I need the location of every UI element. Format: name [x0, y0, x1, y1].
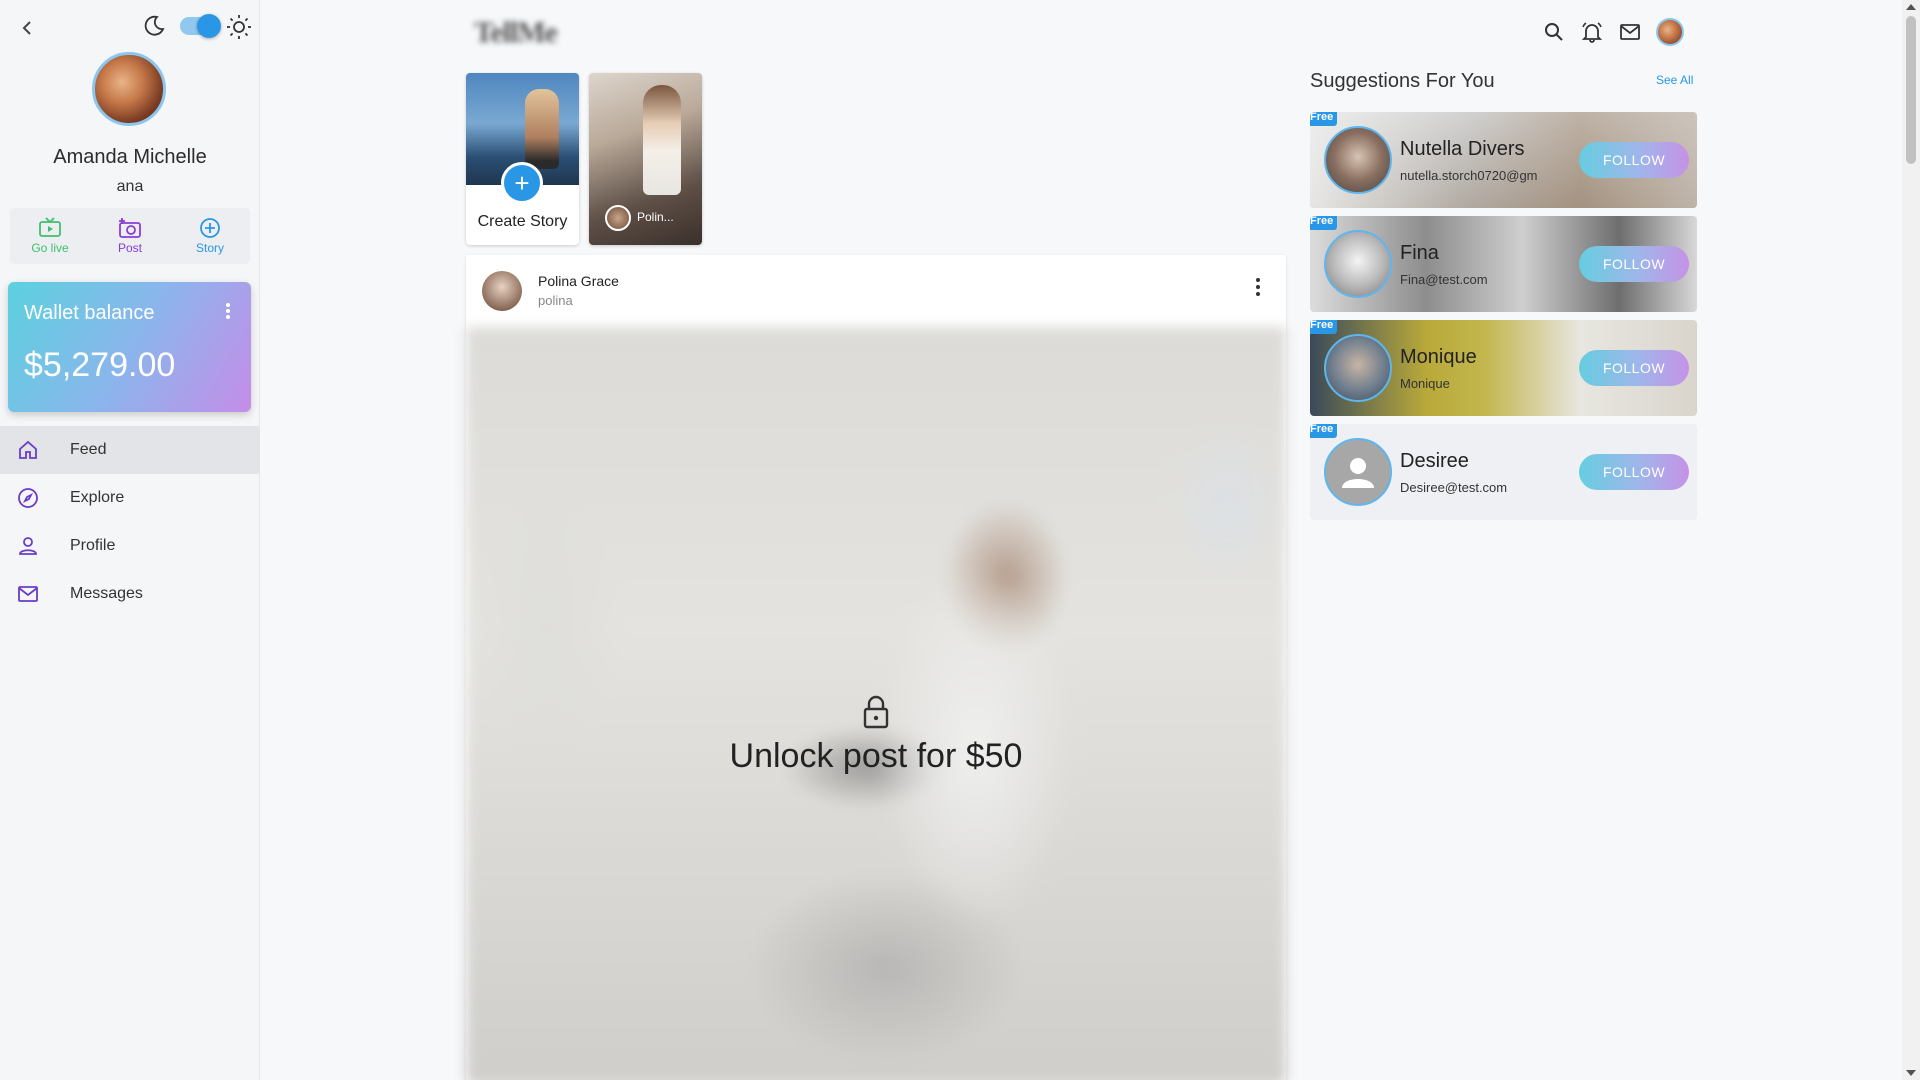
avatar[interactable]	[482, 271, 522, 311]
suggestion-name: Desiree	[1400, 450, 1469, 472]
sidebar-top-bar	[18, 14, 251, 42]
header-actions	[1540, 18, 1684, 46]
sidebar-item-explore[interactable]: Explore	[0, 474, 260, 522]
story-label: Story	[195, 241, 224, 255]
suggestion-card[interactable]: Free Desiree Desiree@test.com FOLLOW	[1310, 424, 1697, 520]
create-story-label: Create Story	[477, 213, 568, 230]
wallet-amount: $5,279.00	[24, 346, 176, 384]
moon-icon	[142, 14, 166, 38]
free-badge: Free	[1310, 320, 1338, 334]
sidebar-item-label: Profile	[70, 537, 116, 554]
post-button[interactable]: Post	[90, 208, 170, 264]
page-scrollbar[interactable]	[1902, 0, 1920, 1080]
avatar[interactable]	[1324, 126, 1392, 194]
sidebar-item-profile[interactable]: Profile	[0, 522, 260, 570]
person-icon	[1342, 458, 1374, 488]
suggestion-card[interactable]: Free Nutella Divers nutella.storch0720@g…	[1310, 112, 1697, 208]
home-icon	[19, 440, 37, 459]
scrollbar-thumb[interactable]	[1906, 16, 1916, 164]
see-all-link[interactable]: See All	[1656, 73, 1693, 87]
lock-icon[interactable]	[861, 695, 891, 729]
person-icon	[19, 537, 37, 555]
sun-icon	[226, 14, 252, 40]
follow-button[interactable]: FOLLOW	[1579, 454, 1689, 490]
more-vertical-icon[interactable]	[1254, 275, 1262, 299]
site-logo[interactable]: TellMe	[474, 16, 558, 50]
mail-icon	[18, 586, 38, 602]
post-header: Polina Grace polina	[466, 255, 1286, 327]
free-badge: Free	[1310, 216, 1338, 230]
go-live-button[interactable]: Go live	[10, 208, 90, 264]
plus-icon[interactable]: +	[501, 162, 543, 204]
avatar[interactable]	[1324, 438, 1392, 506]
suggestion-name: Fina	[1400, 242, 1439, 264]
scroll-up-icon[interactable]	[1906, 4, 1916, 10]
go-live-label: Go live	[31, 241, 69, 255]
unlock-overlay: Unlock post for $50	[466, 695, 1286, 776]
suggestion-email: Monique	[1400, 376, 1450, 391]
quick-actions: Go live Post Story	[10, 208, 250, 264]
post-author-username: polina	[538, 293, 573, 308]
suggestion-card[interactable]: Free Fina Fina@test.com FOLLOW	[1310, 216, 1697, 312]
avatar[interactable]	[1324, 334, 1392, 402]
scroll-down-icon[interactable]	[1906, 1070, 1916, 1076]
suggestion-card[interactable]: Free Monique Monique FOLLOW	[1310, 320, 1697, 416]
follow-button[interactable]: FOLLOW	[1579, 350, 1689, 386]
unlock-post-text[interactable]: Unlock post for $50	[730, 737, 1023, 776]
feed-post: Polina Grace polina	[466, 255, 1286, 1080]
story-card[interactable]: Polin...	[589, 73, 702, 245]
story-button[interactable]: Story	[170, 208, 250, 264]
avatar	[605, 205, 631, 231]
story-author-name: Polin...	[637, 210, 674, 224]
mail-icon[interactable]	[1616, 18, 1644, 46]
more-vertical-icon[interactable]	[225, 302, 231, 320]
post-author-name[interactable]: Polina Grace	[538, 273, 619, 289]
suggestion-name: Monique	[1400, 346, 1477, 368]
sidebar-item-messages[interactable]: Messages	[0, 570, 260, 618]
camera-plus-icon	[119, 218, 141, 238]
theme-toggle[interactable]	[180, 14, 221, 38]
follow-button[interactable]: FOLLOW	[1579, 246, 1689, 282]
suggestion-email: Fina@test.com	[1400, 272, 1488, 287]
free-badge: Free	[1310, 112, 1338, 126]
wallet-card: Wallet balance $5,279.00	[8, 282, 251, 412]
chevron-left-icon[interactable]	[18, 16, 38, 40]
left-sidebar: Amanda Michelle ana Go live Post Story W…	[0, 0, 260, 1080]
suggestion-email: Desiree@test.com	[1400, 480, 1508, 495]
profile-username: ana	[116, 178, 144, 195]
bell-icon[interactable]	[1578, 18, 1606, 46]
suggestions-title: Suggestions For You	[1310, 70, 1495, 92]
sidebar-item-label: Explore	[70, 489, 125, 506]
suggestion-name: Nutella Divers	[1400, 138, 1525, 160]
profile-avatar[interactable]	[92, 52, 166, 126]
avatar[interactable]	[1656, 18, 1684, 46]
avatar[interactable]	[1324, 230, 1392, 298]
sidebar-nav: Feed Explore Profile Messages	[0, 426, 260, 618]
profile-name: Amanda Michelle	[53, 146, 207, 168]
follow-button[interactable]: FOLLOW	[1579, 142, 1689, 178]
free-badge: Free	[1310, 424, 1338, 438]
compass-icon	[18, 488, 38, 508]
wallet-title: Wallet balance	[24, 302, 155, 324]
sidebar-item-feed[interactable]: Feed	[0, 426, 260, 474]
plus-circle-icon	[200, 218, 220, 238]
sidebar-item-label: Messages	[70, 585, 143, 602]
tv-icon	[39, 217, 61, 237]
create-story-card[interactable]: + Create Story	[466, 73, 579, 245]
post-label: Post	[117, 241, 142, 255]
suggestion-email: nutella.storch0720@gm	[1400, 168, 1538, 183]
sidebar-item-label: Feed	[70, 441, 107, 458]
search-icon[interactable]	[1540, 18, 1568, 46]
